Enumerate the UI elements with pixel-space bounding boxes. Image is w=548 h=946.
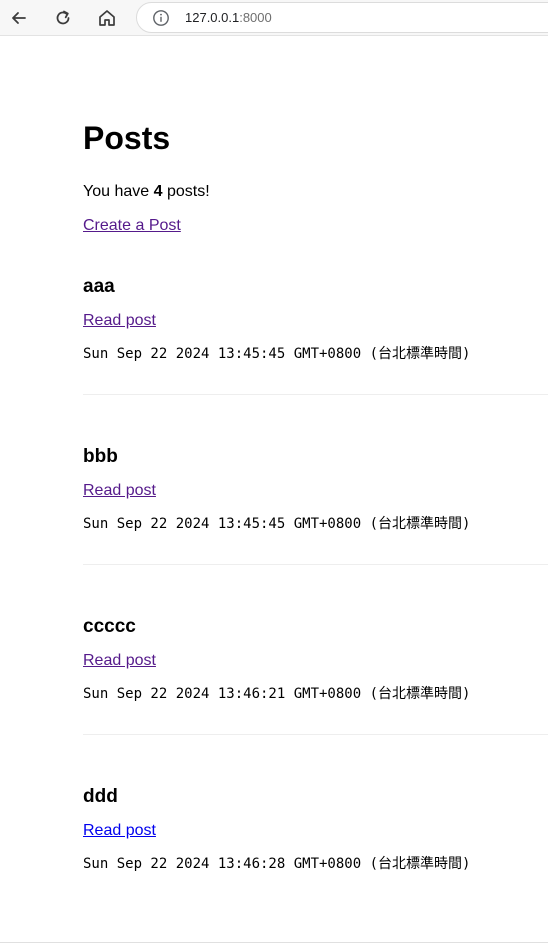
- url-host: 127.0.0.1: [185, 10, 240, 25]
- post-date: Sun Sep 22 2024 13:45:45 GMT+0800 (台北標準時…: [83, 516, 471, 532]
- reload-icon: [56, 10, 70, 25]
- arrow-left-icon: [12, 12, 26, 24]
- post-title: ddd: [83, 786, 118, 807]
- read-post-link[interactable]: Read post: [83, 311, 156, 331]
- post-date: Sun Sep 22 2024 13:46:28 GMT+0800 (台北標準時…: [83, 856, 471, 872]
- read-post-link[interactable]: Read post: [83, 821, 156, 841]
- window-bottom-border: [0, 942, 548, 943]
- home-button[interactable]: [92, 3, 122, 33]
- post-divider: [83, 564, 548, 565]
- url-text[interactable]: 127.0.0.1:8000: [185, 10, 272, 26]
- address-bar[interactable]: 127.0.0.1:8000: [136, 2, 548, 33]
- browser-toolbar: 127.0.0.1:8000: [0, 0, 548, 36]
- page-title: Posts: [83, 120, 171, 156]
- post-count: 4: [153, 183, 163, 200]
- read-post-link[interactable]: Read post: [83, 481, 156, 501]
- reload-button[interactable]: [48, 3, 78, 33]
- url-port: :8000: [239, 10, 272, 25]
- post-count-line: You have 4 posts!: [83, 182, 210, 202]
- post-date: Sun Sep 22 2024 13:45:45 GMT+0800 (台北標準時…: [83, 346, 471, 362]
- post-title: aaa: [83, 276, 115, 297]
- back-button[interactable]: [4, 3, 34, 33]
- post-divider: [83, 394, 548, 395]
- create-post-link[interactable]: Create a Post: [83, 216, 181, 236]
- post-date: Sun Sep 22 2024 13:46:21 GMT+0800 (台北標準時…: [83, 686, 471, 702]
- read-post-link[interactable]: Read post: [83, 651, 156, 671]
- count-prefix: You have: [83, 183, 154, 200]
- post-title: ccccc: [83, 616, 136, 637]
- home-icon: [99, 10, 115, 26]
- info-circle-icon[interactable]: [152, 9, 170, 27]
- count-suffix: posts!: [162, 183, 210, 200]
- post-title: bbb: [83, 446, 118, 467]
- post-divider: [83, 734, 548, 735]
